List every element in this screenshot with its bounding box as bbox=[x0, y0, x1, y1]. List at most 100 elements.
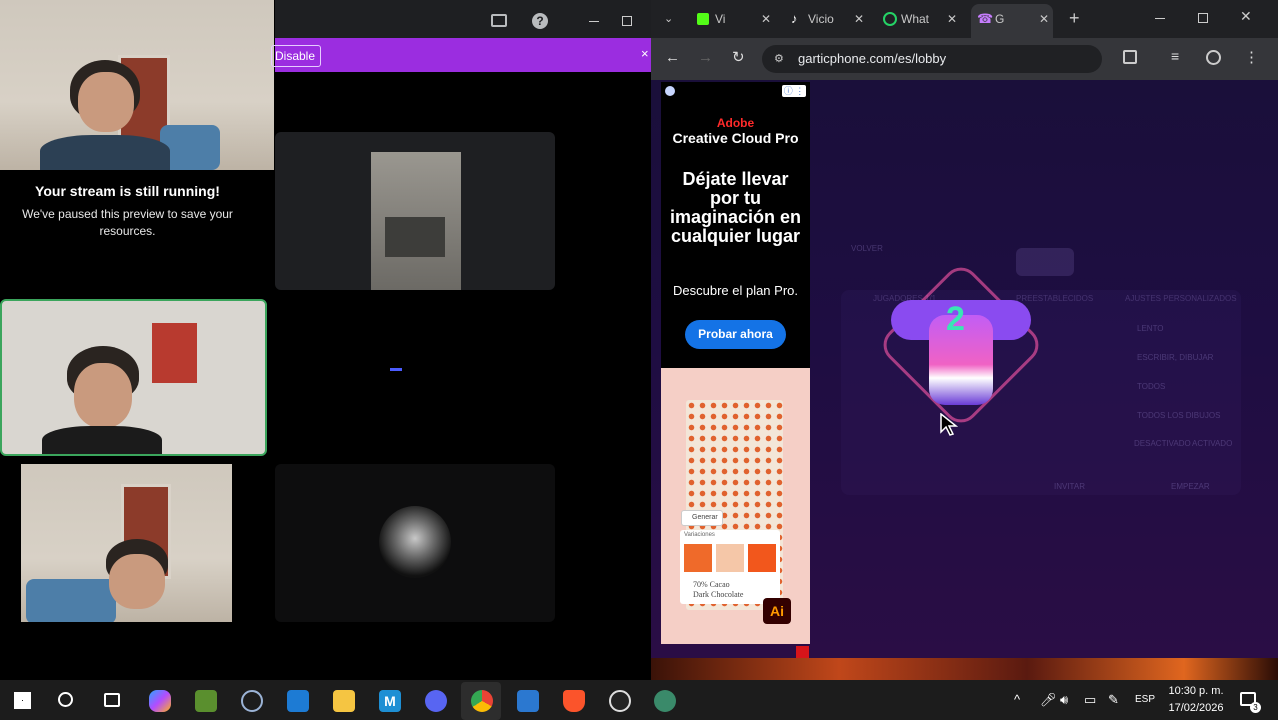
tab-search-icon[interactable]: ⌄ bbox=[664, 12, 673, 25]
obs-icon[interactable] bbox=[609, 690, 631, 712]
clock-date[interactable]: 17/02/2026 bbox=[1166, 702, 1226, 714]
minecraft-icon[interactable] bbox=[195, 690, 217, 712]
start-button[interactable] bbox=[14, 692, 31, 709]
notification-count: 3 bbox=[1250, 702, 1261, 713]
close-icon[interactable]: ✕ bbox=[947, 6, 957, 32]
loading-phone-icon: 2 bbox=[876, 260, 1046, 460]
variations-label: Variaciones bbox=[684, 532, 715, 538]
tab-tiktok[interactable]: ♪ Vicio ✕ bbox=[784, 6, 868, 32]
back-icon[interactable]: ← bbox=[665, 49, 680, 66]
tab-whatsapp[interactable]: What ✕ bbox=[877, 6, 961, 32]
close-icon[interactable]: ✕ bbox=[761, 6, 771, 32]
illustrator-logo: Ai bbox=[763, 598, 791, 624]
start-button[interactable]: EMPEZAR bbox=[1171, 482, 1210, 491]
ad-product: Creative Cloud Pro bbox=[672, 130, 799, 146]
clock-time[interactable]: 10:30 p. m. bbox=[1166, 685, 1226, 697]
adobe-mini-icon bbox=[796, 646, 809, 658]
close-icon[interactable]: ✕ bbox=[1039, 4, 1049, 34]
tab-strip: ⌄ Vi ✕ ♪ Vicio ✕ What ✕ ☎ G ✕ + ✕ bbox=[651, 0, 1278, 38]
participant-tile-speaking[interactable] bbox=[0, 299, 267, 456]
help-icon[interactable]: ? bbox=[532, 13, 548, 29]
app-window-icon[interactable] bbox=[517, 690, 539, 712]
toggle-on[interactable]: ACTIVADO bbox=[1192, 439, 1232, 448]
volume-icon[interactable]: 🔊︎ bbox=[1060, 692, 1068, 708]
tiktok-icon: ♪ bbox=[791, 11, 798, 26]
url-text[interactable]: garticphone.com/es/lobby bbox=[798, 51, 946, 66]
network-icon[interactable]: ▭ bbox=[1084, 692, 1096, 708]
participant-tile-avatar[interactable] bbox=[275, 464, 555, 622]
profile-icon[interactable] bbox=[1206, 50, 1221, 65]
atom-icon[interactable] bbox=[241, 690, 263, 712]
back-button[interactable]: VOLVER bbox=[851, 244, 883, 253]
disable-button[interactable]: Disable bbox=[271, 45, 321, 67]
tab-label: Vicio bbox=[808, 12, 834, 26]
close-icon[interactable]: × bbox=[641, 46, 649, 61]
stream-paused-message: We've paused this preview to save your r… bbox=[22, 207, 233, 238]
task-view-icon[interactable] bbox=[104, 693, 120, 707]
close-window-icon[interactable]: ✕ bbox=[1240, 8, 1252, 25]
extensions-icon[interactable] bbox=[1123, 50, 1137, 64]
self-video-preview[interactable] bbox=[0, 0, 274, 170]
participant-tile[interactable] bbox=[21, 464, 232, 622]
app-pen-icon[interactable] bbox=[654, 690, 676, 712]
minimize-icon[interactable] bbox=[1155, 18, 1165, 19]
reload-icon[interactable]: ↻ bbox=[732, 48, 745, 66]
ad-cta-button[interactable]: Probar ahora bbox=[685, 320, 786, 349]
setting-select[interactable]: TODOS LOS DIBUJOS bbox=[1137, 411, 1220, 420]
site-info-icon[interactable]: ⚙ bbox=[774, 52, 784, 65]
new-tab-button[interactable]: + bbox=[1069, 8, 1080, 29]
brave-icon[interactable] bbox=[563, 690, 585, 712]
inbox-icon[interactable] bbox=[491, 14, 507, 27]
maximize-icon[interactable] bbox=[1198, 13, 1208, 23]
copilot-icon[interactable] bbox=[149, 690, 171, 712]
tab-garticphone[interactable]: ☎ G ✕ bbox=[971, 4, 1053, 38]
media-icon[interactable]: ≡ bbox=[1171, 48, 1179, 64]
swatch bbox=[748, 544, 776, 572]
menu-icon[interactable]: ⋮ bbox=[1244, 48, 1259, 66]
forward-icon[interactable]: → bbox=[698, 49, 713, 66]
swatch bbox=[684, 544, 712, 572]
avatar bbox=[379, 506, 451, 578]
notice-bar: × bbox=[275, 38, 651, 72]
maximize-icon[interactable] bbox=[622, 16, 632, 26]
ad-subline: Descubre el plan Pro. bbox=[672, 283, 798, 298]
tray-chevron-icon[interactable]: ^ bbox=[1014, 692, 1020, 707]
minimize-icon[interactable] bbox=[589, 21, 599, 22]
kick-icon bbox=[697, 13, 709, 25]
search-icon[interactable] bbox=[58, 692, 73, 707]
desktop-wallpaper bbox=[651, 658, 1278, 680]
discord-call-area: Your stream is still running! We've paus… bbox=[0, 0, 651, 680]
toggle-off[interactable]: DESACTIVADO bbox=[1134, 439, 1191, 448]
setting-select[interactable]: TODOS bbox=[1137, 382, 1165, 391]
participant-tile-dark[interactable] bbox=[275, 298, 555, 456]
discord-icon[interactable] bbox=[425, 690, 447, 712]
close-icon[interactable]: ✕ bbox=[854, 6, 864, 32]
setting-select[interactable]: LENTO bbox=[1137, 324, 1164, 333]
overlay-window-titlebar: ? bbox=[275, 0, 651, 38]
tab-label: What bbox=[901, 12, 930, 26]
generate-button: Generar bbox=[681, 510, 723, 526]
file-explorer-icon[interactable] bbox=[333, 690, 355, 712]
garticphone-icon: ☎ bbox=[977, 11, 994, 26]
ad-headline: Déjate llevar por tu imaginación en cual… bbox=[669, 169, 802, 246]
stream-paused-title: Your stream is still running! bbox=[35, 183, 220, 199]
chocolate-label: Dark Chocolate bbox=[693, 590, 744, 599]
chrome-icon[interactable] bbox=[471, 690, 493, 712]
microphone-icon[interactable]: 🎤︎ bbox=[1040, 692, 1057, 708]
ad-info-icon[interactable]: ⓘ ⋮ bbox=[782, 85, 806, 97]
participant-tile-video[interactable] bbox=[275, 132, 555, 290]
ad-brand: Adobe bbox=[716, 116, 755, 130]
setting-select[interactable]: ESCRIBIR, DIBUJAR bbox=[1137, 353, 1213, 362]
app-m-icon[interactable]: M bbox=[379, 690, 401, 712]
tab-kick[interactable]: Vi ✕ bbox=[691, 6, 775, 32]
tab-label: G bbox=[995, 12, 1005, 26]
store-icon[interactable] bbox=[287, 690, 309, 712]
whatsapp-icon bbox=[883, 12, 897, 26]
tab-label: Vi bbox=[715, 12, 726, 26]
mouse-cursor-icon bbox=[940, 413, 958, 436]
pen-icon[interactable]: ✎ bbox=[1108, 692, 1119, 708]
language-indicator[interactable]: ESP bbox=[1135, 694, 1155, 705]
chocolate-label: 70% Cacao bbox=[693, 580, 730, 589]
ad-choices-icon[interactable] bbox=[665, 86, 675, 96]
invite-button[interactable]: INVITAR bbox=[1054, 482, 1085, 491]
